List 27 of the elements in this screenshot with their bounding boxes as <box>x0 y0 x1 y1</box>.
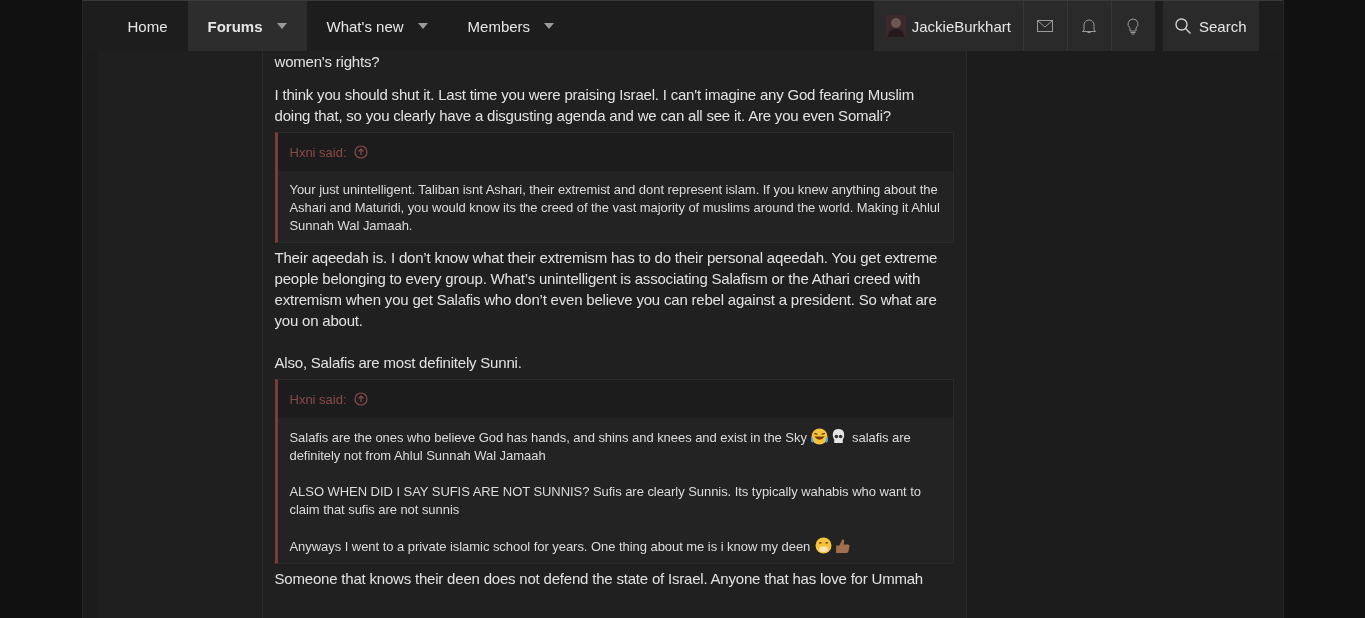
nav-tab[interactable]: Forums <box>187 1 307 51</box>
search-button[interactable]: Search <box>1162 1 1259 51</box>
caret-icon[interactable] <box>544 23 555 29</box>
nav-tab[interactable]: What's new <box>306 1 448 51</box>
nav-tab[interactable]: Home <box>107 1 188 51</box>
lightbulb-icon[interactable] <box>1127 17 1140 35</box>
post-paragraph: Also, Salafis are most definitely Sunni. <box>274 353 523 373</box>
quote-paragraph: ALSO WHEN DID I SAY SUFIS ARE NOT SUNNIS? Sufis are clearly Sunnis. Its typically wahabis who want to claim that sufis are not sunnis <box>289 483 922 519</box>
emoji-icon <box>833 537 851 554</box>
caret-icon[interactable] <box>417 23 428 29</box>
quote-paragraph: Your just unintelligent. Taliban isnt Ashari, their extremist and dont represent islam. If you knew anything about the Ashari and Maturidi, you would know its the creed of the vast majority of muslims around the world. Making it Ahlul Sunnah Wal Jamaah. <box>289 181 941 235</box>
quote-paragraph: Anyways I went to a private islamic school for years. One thing about me is i know my deen <box>289 537 941 556</box>
arrow-up-icon[interactable] <box>353 145 368 159</box>
post-paragraph: Someone that knows their deen does not defend the state of Israel. Anyone that has love for Ummah <box>274 569 924 589</box>
avatar <box>885 15 906 37</box>
caret-icon[interactable] <box>276 23 287 29</box>
post-paragraph: Their aqeedah is. I don’t know what their extremism has to do their personal aqeedah. You get extreme people belonging to every group. What’s unintelligent is associating Salafism or the Athari creed with extremism when you get Salafis who don’t even believe you can rebel against a president. So what are you on about. <box>274 248 939 331</box>
nav-tab[interactable]: Members <box>447 1 575 51</box>
envelope-icon[interactable] <box>1037 20 1054 32</box>
emoji-icon <box>811 428 829 445</box>
post-paragraph: women's rights? <box>274 52 381 72</box>
bell-icon[interactable] <box>1082 18 1097 34</box>
search-icon <box>1174 18 1191 34</box>
quote-paragraph: Salafis are the ones who believe God has hands, and shins and knees and exist in the Sky salafis are definitely not from Ahlul Sunnah Wal Jamaah <box>289 428 912 465</box>
emoji-icon <box>814 537 832 554</box>
arrow-up-icon[interactable] <box>353 392 368 406</box>
post-paragraph: I think you should shut it. Last time you were praising Israel. I can't imagine any God fearing Muslim doing that, so you clearly have a disgusting agenda and we can all see it. Are you even Somali? <box>274 85 915 126</box>
